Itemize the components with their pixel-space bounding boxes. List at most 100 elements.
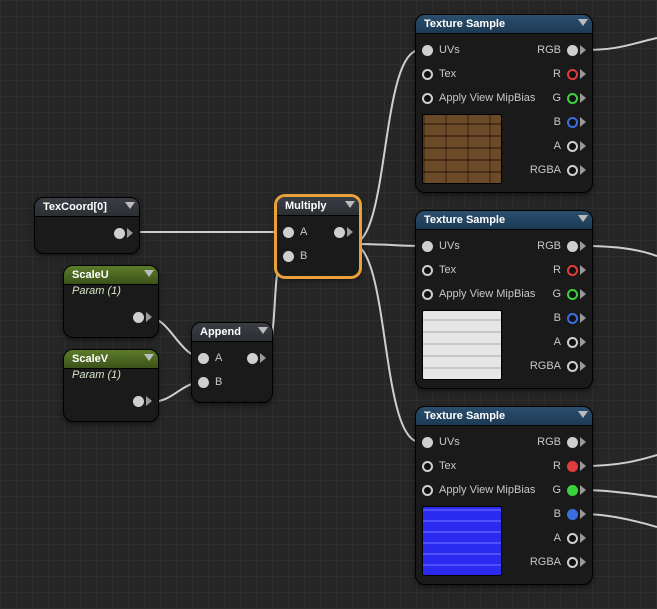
output-pin-r[interactable] [567, 461, 578, 472]
input-pin-b[interactable] [198, 377, 209, 388]
collapse-icon[interactable] [578, 19, 588, 26]
collapse-icon[interactable] [144, 354, 154, 361]
input-pin-uvs[interactable] [422, 437, 433, 448]
arrow-icon [580, 361, 586, 371]
collapse-icon[interactable] [125, 202, 135, 209]
node-title-text: ScaleV [72, 353, 108, 365]
input-pin-a[interactable] [283, 227, 294, 238]
collapse-icon[interactable] [258, 327, 268, 334]
arrow-icon [580, 337, 586, 347]
node-title: Texture Sample [416, 211, 592, 230]
output-pin-b[interactable] [567, 313, 578, 324]
node-title-text: Texture Sample [424, 18, 505, 30]
input-pin-b[interactable] [283, 251, 294, 262]
pin-label: UVs [439, 240, 460, 252]
node-title: Texture Sample [416, 15, 592, 34]
node-scalev[interactable]: ScaleV Param (1) [63, 349, 159, 422]
input-pin-mip[interactable] [422, 485, 433, 496]
collapse-icon[interactable] [144, 270, 154, 277]
node-append[interactable]: Append A B [191, 322, 273, 403]
pin-label: A [554, 140, 561, 152]
node-texture-sample-2[interactable]: Texture Sample UVs Tex Apply View MipBia… [415, 210, 593, 389]
pin-label: Tex [439, 68, 456, 80]
output-pin[interactable] [114, 228, 125, 239]
arrow-icon [580, 533, 586, 543]
node-texture-sample-1[interactable]: Texture Sample UVs Tex Apply View MipBia… [415, 14, 593, 193]
output-pin[interactable] [133, 312, 144, 323]
output-pin-a[interactable] [567, 337, 578, 348]
output-pin-g[interactable] [567, 93, 578, 104]
pin-label: G [552, 288, 561, 300]
output-pin-g[interactable] [567, 485, 578, 496]
output-pin-r[interactable] [567, 265, 578, 276]
arrow-icon [580, 117, 586, 127]
pin-label: Tex [439, 264, 456, 276]
node-subtitle: Param (1) [64, 369, 158, 385]
node-title-text: Texture Sample [424, 410, 505, 422]
output-pin-g[interactable] [567, 289, 578, 300]
output-pin-rgba[interactable] [567, 361, 578, 372]
input-pin-a[interactable] [198, 353, 209, 364]
pin-label: RGBA [530, 164, 561, 176]
output-pin-a[interactable] [567, 141, 578, 152]
output-pin-b[interactable] [567, 117, 578, 128]
pin-label: Apply View MipBias [439, 288, 535, 300]
input-pin-tex[interactable] [422, 69, 433, 80]
arrow-icon [580, 265, 586, 275]
output-pin[interactable] [247, 353, 258, 364]
arrow-icon [580, 241, 586, 251]
pin-label: RGBA [530, 556, 561, 568]
texture-preview [422, 114, 502, 184]
node-texture-sample-3[interactable]: Texture Sample UVs Tex Apply View MipBia… [415, 406, 593, 585]
texture-preview [422, 310, 502, 380]
node-multiply[interactable]: Multiply A B [275, 195, 361, 278]
pin-label: B [215, 376, 222, 388]
output-pin-rgba[interactable] [567, 165, 578, 176]
collapse-icon[interactable] [345, 201, 355, 208]
collapse-icon[interactable] [578, 215, 588, 222]
pin-label: UVs [439, 436, 460, 448]
pin-label: A [215, 352, 222, 364]
input-pin-mip[interactable] [422, 289, 433, 300]
arrow-icon [580, 93, 586, 103]
output-pin-rgba[interactable] [567, 557, 578, 568]
output-pin-rgb[interactable] [567, 45, 578, 56]
node-subtitle: Param (1) [64, 285, 158, 301]
output-pin-a[interactable] [567, 533, 578, 544]
output-pin-r[interactable] [567, 69, 578, 80]
input-pin-uvs[interactable] [422, 241, 433, 252]
arrow-icon [580, 165, 586, 175]
arrow-icon [146, 312, 152, 322]
node-title-text: Append [200, 326, 241, 338]
pin-label: A [300, 226, 307, 238]
arrow-icon [580, 69, 586, 79]
output-pin-rgb[interactable] [567, 437, 578, 448]
node-title: Texture Sample [416, 407, 592, 426]
node-title: Append [192, 323, 272, 342]
texture-preview [422, 506, 502, 576]
node-title-text: Texture Sample [424, 214, 505, 226]
output-pin[interactable] [334, 227, 345, 238]
output-pin-b[interactable] [567, 509, 578, 520]
pin-label: G [552, 484, 561, 496]
arrow-icon [127, 228, 133, 238]
output-pin[interactable] [133, 396, 144, 407]
pin-label: A [554, 532, 561, 544]
collapse-icon[interactable] [578, 411, 588, 418]
pin-label: RGB [537, 44, 561, 56]
pin-label: RGBA [530, 360, 561, 372]
node-title-text: ScaleU [72, 269, 109, 281]
pin-label: B [554, 116, 561, 128]
pin-label: R [553, 460, 561, 472]
input-pin-mip[interactable] [422, 93, 433, 104]
arrow-icon [580, 313, 586, 323]
output-pin-rgb[interactable] [567, 241, 578, 252]
pin-label: UVs [439, 44, 460, 56]
node-title: Multiply [277, 197, 359, 216]
node-scaleu[interactable]: ScaleU Param (1) [63, 265, 159, 338]
input-pin-tex[interactable] [422, 461, 433, 472]
input-pin-uvs[interactable] [422, 45, 433, 56]
input-pin-tex[interactable] [422, 265, 433, 276]
node-title: ScaleV [64, 350, 158, 369]
node-texcoord[interactable]: TexCoord[0] [34, 197, 140, 254]
